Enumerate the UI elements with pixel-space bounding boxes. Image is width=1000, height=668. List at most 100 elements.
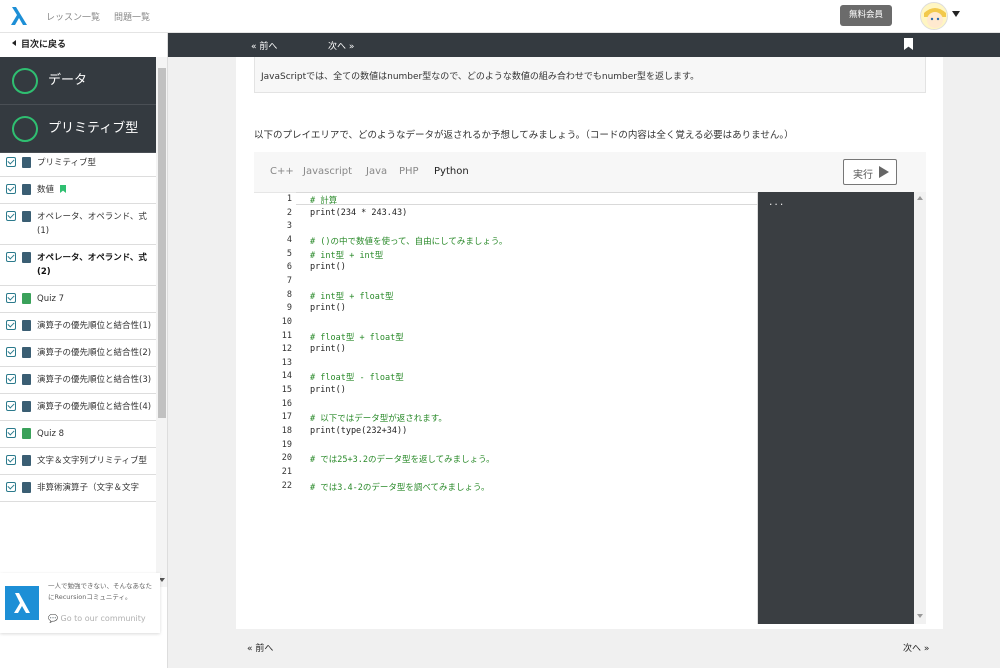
- lesson-item[interactable]: 演算子の優先順位と結合性(3): [0, 367, 156, 394]
- checkbox-checked-icon: [6, 293, 16, 303]
- line-number: 9: [286, 303, 292, 314]
- community-link[interactable]: 💬 Go to our community: [48, 614, 146, 623]
- user-avatar[interactable]: [920, 2, 948, 30]
- info-box: JavaScriptでは、全ての数値はnumber型なので、どのような数値の組み…: [254, 57, 926, 93]
- lesson-item[interactable]: オペレータ、オペランド、式(1): [0, 204, 156, 245]
- lesson-label: オペレータ、オペランド、式(2): [37, 253, 147, 277]
- tab-php[interactable]: PHP: [399, 166, 419, 177]
- line-number: 13: [281, 357, 292, 368]
- code-comment-line[interactable]: # int型 + float型: [310, 290, 394, 302]
- output-scrollbar[interactable]: [914, 192, 926, 624]
- community-text: 一人で勉強できない、そんなあなたにRecursionコミュニティ。: [48, 582, 152, 601]
- code-line[interactable]: print(): [310, 303, 346, 313]
- code-line[interactable]: print(): [310, 385, 346, 395]
- code-comment-line[interactable]: # float型 - float型: [310, 371, 404, 383]
- scroll-down-icon[interactable]: [917, 614, 923, 618]
- line-number: 12: [281, 344, 292, 355]
- book-icon: [22, 252, 31, 263]
- line-number: 5: [286, 248, 292, 259]
- line-number: 11: [281, 330, 292, 341]
- sidebar-scroll-thumb[interactable]: [158, 68, 166, 418]
- code-line[interactable]: print(234 * 243.43): [310, 208, 407, 218]
- code-comment-line[interactable]: # int型 + int型: [310, 249, 383, 261]
- next-lesson-link[interactable]: 次へ »: [328, 39, 354, 52]
- book-icon: [22, 320, 31, 331]
- lesson-label: 演算子の優先順位と結合性(1): [37, 321, 152, 331]
- lesson-item[interactable]: Quiz 8: [0, 421, 156, 448]
- tab-cpp[interactable]: C++: [270, 166, 294, 177]
- book-icon: [22, 157, 31, 168]
- line-number: 8: [286, 289, 292, 300]
- checkbox-checked-icon: [6, 374, 16, 384]
- nav-lessons-link[interactable]: レッスン一覧: [46, 10, 100, 23]
- editor-header: [254, 152, 926, 192]
- code-comment-line[interactable]: # では3.4-2のデータ型を調べてみましょう。: [310, 481, 489, 493]
- lesson-item-current[interactable]: オペレータ、オペランド、式(2): [0, 245, 156, 286]
- code-line[interactable]: print(type(232+34)): [310, 426, 407, 436]
- recursion-logo: [5, 586, 39, 620]
- quiz-pencil-icon: [22, 293, 31, 304]
- lesson-label: 演算子の優先順位と結合性(2): [37, 348, 152, 358]
- lesson-item[interactable]: 演算子の優先順位と結合性(1): [0, 313, 156, 340]
- code-comment-line[interactable]: # 計算: [310, 194, 337, 206]
- checkbox-checked-icon: [6, 428, 16, 438]
- tab-javascript[interactable]: Javascript: [303, 166, 352, 177]
- top-bar: レッスン一覧 問題一覧 無料会員: [0, 0, 1000, 33]
- scroll-up-icon[interactable]: [917, 196, 923, 200]
- checkbox-checked-icon: [6, 347, 16, 357]
- chevron-left-icon: [12, 40, 16, 46]
- plan-badge[interactable]: 無料会員: [840, 5, 892, 26]
- nav-problems-link[interactable]: 問題一覧: [114, 10, 150, 23]
- tab-python[interactable]: Python: [434, 166, 469, 177]
- lesson-label: オペレータ、オペランド、式(1): [37, 212, 147, 236]
- run-button-label: 実行: [853, 170, 873, 181]
- line-number: 2: [286, 207, 292, 218]
- checkbox-checked-icon: [6, 157, 16, 167]
- lesson-label: 演算子の優先順位と結合性(4): [37, 402, 152, 412]
- lesson-item[interactable]: Quiz 7: [0, 286, 156, 313]
- code-comment-line[interactable]: # ()の中で数値を使って、自由にしてみましょう。: [310, 235, 507, 247]
- code-line[interactable]: print(): [310, 262, 346, 272]
- line-number: 6: [286, 262, 292, 273]
- recursion-logo[interactable]: [8, 5, 30, 27]
- code-comment-line[interactable]: # float型 + float型: [310, 331, 404, 343]
- checkbox-checked-icon: [6, 320, 16, 330]
- lesson-item[interactable]: 数値: [0, 177, 156, 204]
- code-line[interactable]: print(): [310, 344, 346, 354]
- community-banner[interactable]: 一人で勉強できない、そんなあなたにRecursionコミュニティ。 💬 Go t…: [0, 573, 160, 633]
- section-item-primitive[interactable]: プリミティブ型: [0, 105, 156, 153]
- lesson-item[interactable]: プリミティブ型: [0, 150, 156, 177]
- lesson-label: Quiz 8: [37, 429, 65, 439]
- chevron-down-icon[interactable]: [952, 11, 960, 17]
- lesson-list: プリミティブ型 数値 オペレータ、オペランド、式(1) オペレータ、オペランド、…: [0, 150, 156, 502]
- tab-java[interactable]: Java: [366, 166, 387, 177]
- prev-lesson-link[interactable]: « 前へ: [251, 39, 277, 52]
- footer-next-link[interactable]: 次へ »: [903, 641, 929, 654]
- lesson-item[interactable]: 演算子の優先順位と結合性(2): [0, 340, 156, 367]
- run-button[interactable]: 実行: [843, 159, 897, 185]
- lesson-item[interactable]: 文字＆文字列プリミティブ型: [0, 448, 156, 475]
- checkbox-checked-icon: [6, 455, 16, 465]
- back-to-toc-link[interactable]: 目次に戻る: [0, 33, 167, 57]
- lesson-item[interactable]: 非算術演算子（文字＆文字: [0, 475, 156, 502]
- lesson-label: 文字＆文字列プリミティブ型: [37, 456, 147, 466]
- line-number: 21: [281, 467, 292, 477]
- line-number: 3: [286, 221, 292, 232]
- line-number: 19: [281, 439, 292, 450]
- book-icon: [22, 347, 31, 358]
- section-item-data[interactable]: データ: [0, 57, 156, 105]
- play-icon: [879, 166, 889, 178]
- lesson-item[interactable]: 演算子の優先順位と結合性(4): [0, 394, 156, 421]
- line-number: 20: [281, 453, 292, 464]
- book-icon: [22, 211, 31, 222]
- code-comment-line[interactable]: # 以下ではデータ型が返されます。: [310, 412, 447, 424]
- lesson-label: 数値: [37, 185, 55, 195]
- book-icon: [22, 455, 31, 466]
- line-number: 4: [286, 234, 292, 245]
- footer-prev-link[interactable]: « 前へ: [247, 641, 273, 654]
- lesson-label: プリミティブ型: [37, 158, 96, 168]
- lesson-label: Quiz 7: [37, 294, 65, 304]
- back-to-toc-label: 目次に戻る: [21, 40, 67, 50]
- code-comment-line[interactable]: # では25+3.2のデータ型を返してみましょう。: [310, 453, 495, 465]
- line-number: 15: [281, 385, 292, 396]
